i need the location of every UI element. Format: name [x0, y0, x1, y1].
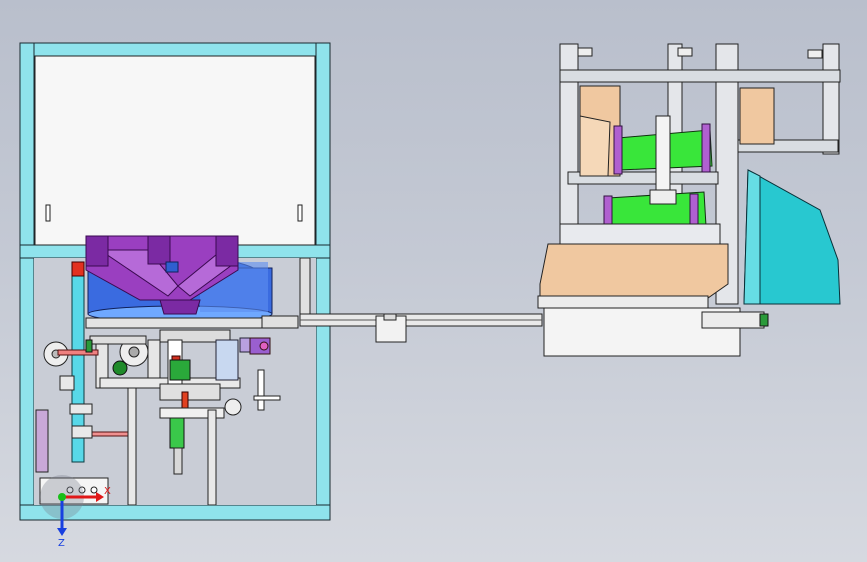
boxer-top-beam	[559, 69, 841, 83]
side-access-door[interactable]	[35, 409, 49, 473]
boxer-table-top[interactable]	[539, 243, 729, 299]
cabinet-handle-left[interactable]	[45, 204, 51, 222]
cabinet-handle-right[interactable]	[297, 204, 303, 222]
feeder-frame-right-post	[315, 42, 331, 521]
actuator-green[interactable]	[169, 359, 191, 381]
purple-guide-2	[701, 123, 711, 173]
feeder-cabinet-panel	[34, 55, 316, 246]
knob-3[interactable]	[807, 49, 823, 59]
green-bracket	[85, 339, 93, 353]
axis-z-label: Z	[58, 538, 65, 549]
feeder-frame-top-rail	[19, 42, 331, 57]
boxing-station[interactable]	[537, 43, 841, 357]
boxer-wood-panel-right	[739, 87, 775, 145]
cad-viewport[interactable]: X Z	[0, 0, 867, 562]
feeder-frame-left-post	[19, 42, 35, 521]
green-motor[interactable]	[112, 360, 128, 376]
boxer-table-edge	[537, 295, 709, 309]
linear-conveyor[interactable]	[299, 313, 543, 343]
support-post-b	[207, 409, 217, 506]
feed-tube-cap	[71, 261, 85, 277]
axis-x-label: X	[104, 486, 111, 497]
center-shaft	[655, 115, 671, 191]
feeder-station[interactable]	[19, 42, 331, 521]
support-post-a	[127, 387, 137, 506]
bowl-base-plate	[85, 317, 263, 329]
knob-1[interactable]	[577, 47, 593, 57]
clamp-green[interactable]	[759, 313, 769, 327]
purple-guide-1	[613, 125, 623, 175]
knob-2[interactable]	[677, 47, 693, 57]
